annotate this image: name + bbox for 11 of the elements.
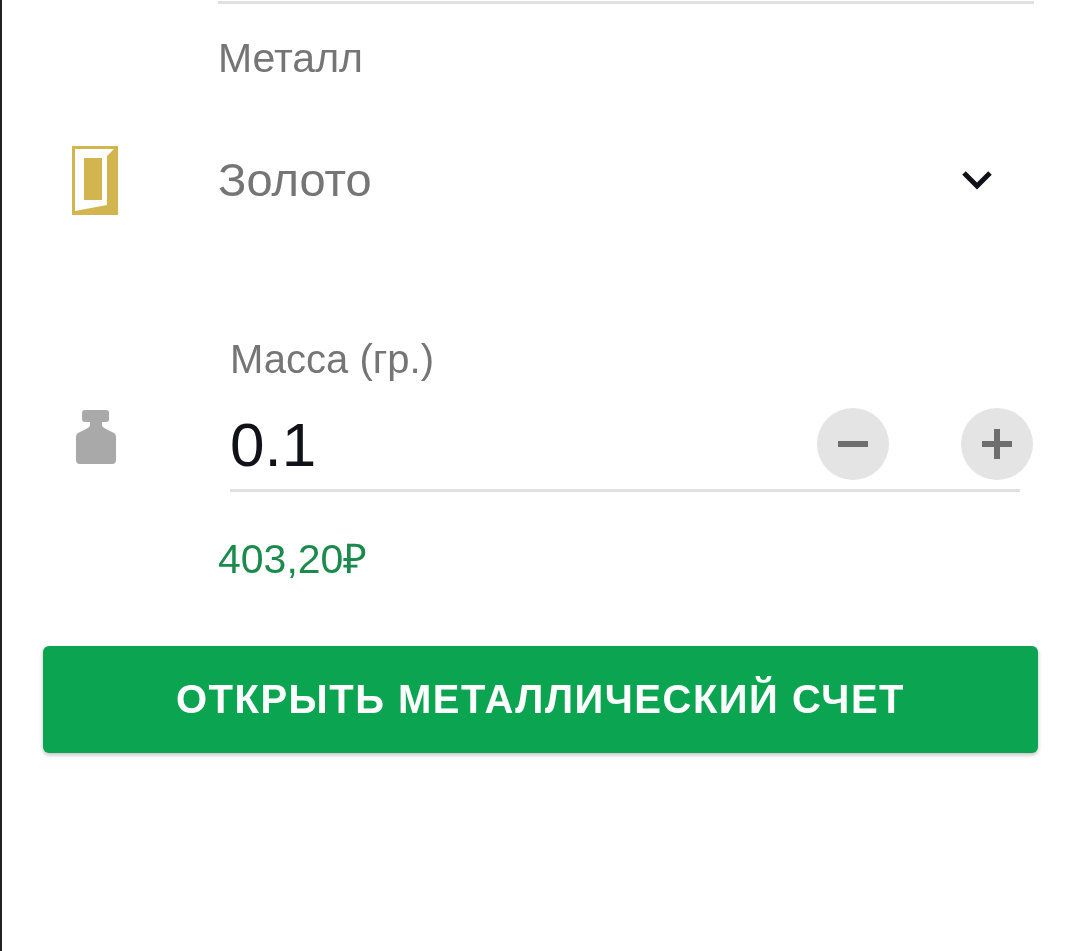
chevron-down-icon <box>962 170 992 190</box>
plus-icon <box>982 429 1012 459</box>
price-text: 403,20₽ <box>218 535 368 584</box>
metal-label: Металл <box>218 34 364 83</box>
weight-icon <box>76 410 116 464</box>
mass-input[interactable]: 0.1 <box>230 408 817 480</box>
minus-icon <box>838 441 868 447</box>
metal-dropdown[interactable]: Золото <box>218 152 1012 208</box>
open-account-button[interactable]: ОТКРЫТЬ МЕТАЛЛИЧЕСКИЙ СЧЕТ <box>43 646 1038 753</box>
field-label: Масса (гр.) <box>230 336 434 383</box>
ingot-icon <box>72 145 118 215</box>
